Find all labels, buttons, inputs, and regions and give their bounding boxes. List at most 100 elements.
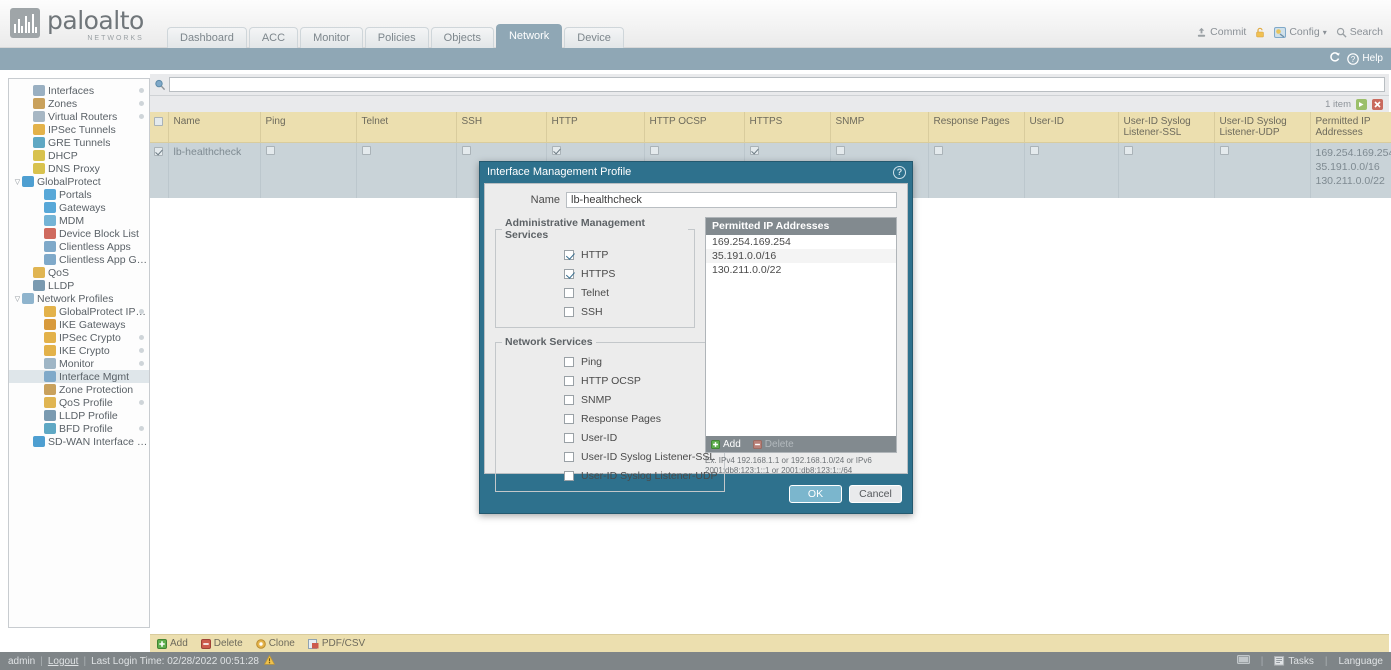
sidebar-item-lldp[interactable]: LLDP: [9, 279, 149, 292]
add-button[interactable]: Add: [157, 638, 188, 649]
tree-expand-icon[interactable]: ▽: [13, 178, 22, 186]
admin-service-row-http[interactable]: HTTP: [502, 245, 688, 264]
config-dropdown[interactable]: Config ▾: [1274, 26, 1326, 38]
sidebar-item-zones[interactable]: Zones: [9, 97, 149, 110]
sidebar-item-clientless-app-groups[interactable]: Clientless App Groups: [9, 253, 149, 266]
admin-service-checkbox-ssh[interactable]: [564, 307, 574, 317]
language-button[interactable]: Language: [1339, 656, 1384, 667]
sidebar-item-dns-proxy[interactable]: DNS Proxy: [9, 162, 149, 175]
tab-policies[interactable]: Policies: [365, 27, 429, 48]
tab-monitor[interactable]: Monitor: [300, 27, 363, 48]
clone-button[interactable]: Clone: [256, 638, 295, 649]
navigation-sidebar[interactable]: InterfacesZonesVirtual RoutersIPSec Tunn…: [8, 78, 150, 628]
ip-add-button[interactable]: Add: [711, 439, 741, 450]
col-http-ocsp[interactable]: HTTP OCSP: [644, 112, 744, 143]
tab-dashboard[interactable]: Dashboard: [167, 27, 247, 48]
network-service-checkbox-response-pages[interactable]: [564, 414, 574, 424]
network-service-checkbox-http-ocsp[interactable]: [564, 376, 574, 386]
sidebar-item-globalprotect[interactable]: ▽GlobalProtect: [9, 175, 149, 188]
network-service-row-response-pages[interactable]: Response Pages: [502, 409, 718, 428]
row-select-checkbox[interactable]: [154, 147, 163, 156]
col-response-pages[interactable]: Response Pages: [928, 112, 1024, 143]
sidebar-item-dhcp[interactable]: DHCP: [9, 149, 149, 162]
network-service-checkbox-snmp[interactable]: [564, 395, 574, 405]
sidebar-item-ipsec-crypto[interactable]: IPSec Crypto: [9, 331, 149, 344]
display-icon[interactable]: [1237, 655, 1250, 668]
tab-acc[interactable]: ACC: [249, 27, 298, 48]
permitted-ip-row[interactable]: 130.211.0.0/22: [706, 263, 896, 277]
col-ping[interactable]: Ping: [260, 112, 356, 143]
col-snmp[interactable]: SNMP: [830, 112, 928, 143]
logout-link[interactable]: Logout: [48, 656, 79, 667]
sidebar-item-network-profiles[interactable]: ▽Network Profiles: [9, 292, 149, 305]
ok-button[interactable]: OK: [789, 485, 842, 503]
sidebar-item-interface-mgmt[interactable]: Interface Mgmt: [9, 370, 149, 383]
sidebar-item-gre-tunnels[interactable]: GRE Tunnels: [9, 136, 149, 149]
sidebar-item-device-block-list[interactable]: Device Block List: [9, 227, 149, 240]
admin-service-checkbox-http[interactable]: [564, 250, 574, 260]
tab-device[interactable]: Device: [564, 27, 624, 48]
sidebar-item-bfd-profile[interactable]: BFD Profile: [9, 422, 149, 435]
clear-filter-icon[interactable]: [1372, 99, 1383, 110]
sidebar-item-mdm[interactable]: MDM: [9, 214, 149, 227]
sidebar-item-gateways[interactable]: Gateways: [9, 201, 149, 214]
tree-expand-icon[interactable]: ▽: [13, 295, 22, 303]
ip-delete-button[interactable]: Delete: [753, 439, 794, 450]
col-permitted-ips[interactable]: Permitted IP Addresses: [1310, 112, 1391, 143]
network-service-row-user-id-syslog-listener-ssl[interactable]: User-ID Syslog Listener-SSL: [502, 447, 718, 466]
network-service-checkbox-user-id[interactable]: [564, 433, 574, 443]
permitted-ip-rows[interactable]: 169.254.169.25435.191.0.0/16130.211.0.0/…: [706, 235, 896, 436]
pdf-csv-button[interactable]: PDF/CSV: [308, 638, 365, 649]
cancel-button[interactable]: Cancel: [849, 485, 902, 503]
sidebar-item-interfaces[interactable]: Interfaces: [9, 84, 149, 97]
admin-service-row-ssh[interactable]: SSH: [502, 302, 688, 321]
next-page-icon[interactable]: [1356, 99, 1367, 110]
select-all-checkbox[interactable]: [154, 117, 163, 126]
admin-service-row-telnet[interactable]: Telnet: [502, 283, 688, 302]
network-service-row-user-id[interactable]: User-ID: [502, 428, 718, 447]
col-syslog-udp[interactable]: User-ID Syslog Listener-UDP: [1214, 112, 1310, 143]
network-service-row-snmp[interactable]: SNMP: [502, 390, 718, 409]
admin-service-checkbox-telnet[interactable]: [564, 288, 574, 298]
col-ssh[interactable]: SSH: [456, 112, 546, 143]
warning-icon[interactable]: [264, 655, 275, 668]
sidebar-item-globalprotect-ipsec-crypt[interactable]: GlobalProtect IPSec Crypt: [9, 305, 149, 318]
sidebar-item-portals[interactable]: Portals: [9, 188, 149, 201]
sidebar-item-virtual-routers[interactable]: Virtual Routers: [9, 110, 149, 123]
col-http[interactable]: HTTP: [546, 112, 644, 143]
admin-service-checkbox-https[interactable]: [564, 269, 574, 279]
tab-objects[interactable]: Objects: [431, 27, 494, 48]
sidebar-item-lldp-profile[interactable]: LLDP Profile: [9, 409, 149, 422]
sidebar-item-ipsec-tunnels[interactable]: IPSec Tunnels: [9, 123, 149, 136]
col-https[interactable]: HTTPS: [744, 112, 830, 143]
sidebar-item-qos[interactable]: QoS: [9, 266, 149, 279]
network-service-row-ping[interactable]: Ping: [502, 352, 718, 371]
help-icon[interactable]: ?: [893, 166, 906, 179]
sidebar-item-ike-crypto[interactable]: IKE Crypto: [9, 344, 149, 357]
sidebar-item-monitor[interactable]: Monitor: [9, 357, 149, 370]
permitted-ip-row[interactable]: 169.254.169.254: [706, 235, 896, 249]
sidebar-item-ike-gateways[interactable]: IKE Gateways: [9, 318, 149, 331]
network-service-row-http-ocsp[interactable]: HTTP OCSP: [502, 371, 718, 390]
admin-service-row-https[interactable]: HTTPS: [502, 264, 688, 283]
select-all-header[interactable]: [150, 112, 168, 143]
search-button[interactable]: Search: [1336, 26, 1383, 38]
refresh-icon[interactable]: [1329, 51, 1341, 66]
delete-button[interactable]: Delete: [201, 638, 243, 649]
sidebar-item-sd-wan-interface-profile[interactable]: SD-WAN Interface Profile: [9, 435, 149, 448]
help-button[interactable]: ? Help: [1347, 53, 1383, 65]
col-syslog-ssl[interactable]: User-ID Syslog Listener-SSL: [1118, 112, 1214, 143]
network-service-checkbox-ping[interactable]: [564, 357, 574, 367]
col-telnet[interactable]: Telnet: [356, 112, 456, 143]
network-service-checkbox-user-id-syslog-listener-ssl[interactable]: [564, 452, 574, 462]
search-input[interactable]: [169, 77, 1385, 92]
name-input[interactable]: [566, 192, 897, 208]
col-name[interactable]: Name: [168, 112, 260, 143]
row-select-cell[interactable]: [150, 143, 168, 198]
sidebar-item-zone-protection[interactable]: Zone Protection: [9, 383, 149, 396]
tab-network[interactable]: Network: [496, 24, 562, 48]
permitted-ip-row[interactable]: 35.191.0.0/16: [706, 249, 896, 263]
sidebar-item-qos-profile[interactable]: QoS Profile: [9, 396, 149, 409]
commit-button[interactable]: Commit: [1196, 26, 1246, 38]
lock-button[interactable]: [1255, 27, 1265, 38]
